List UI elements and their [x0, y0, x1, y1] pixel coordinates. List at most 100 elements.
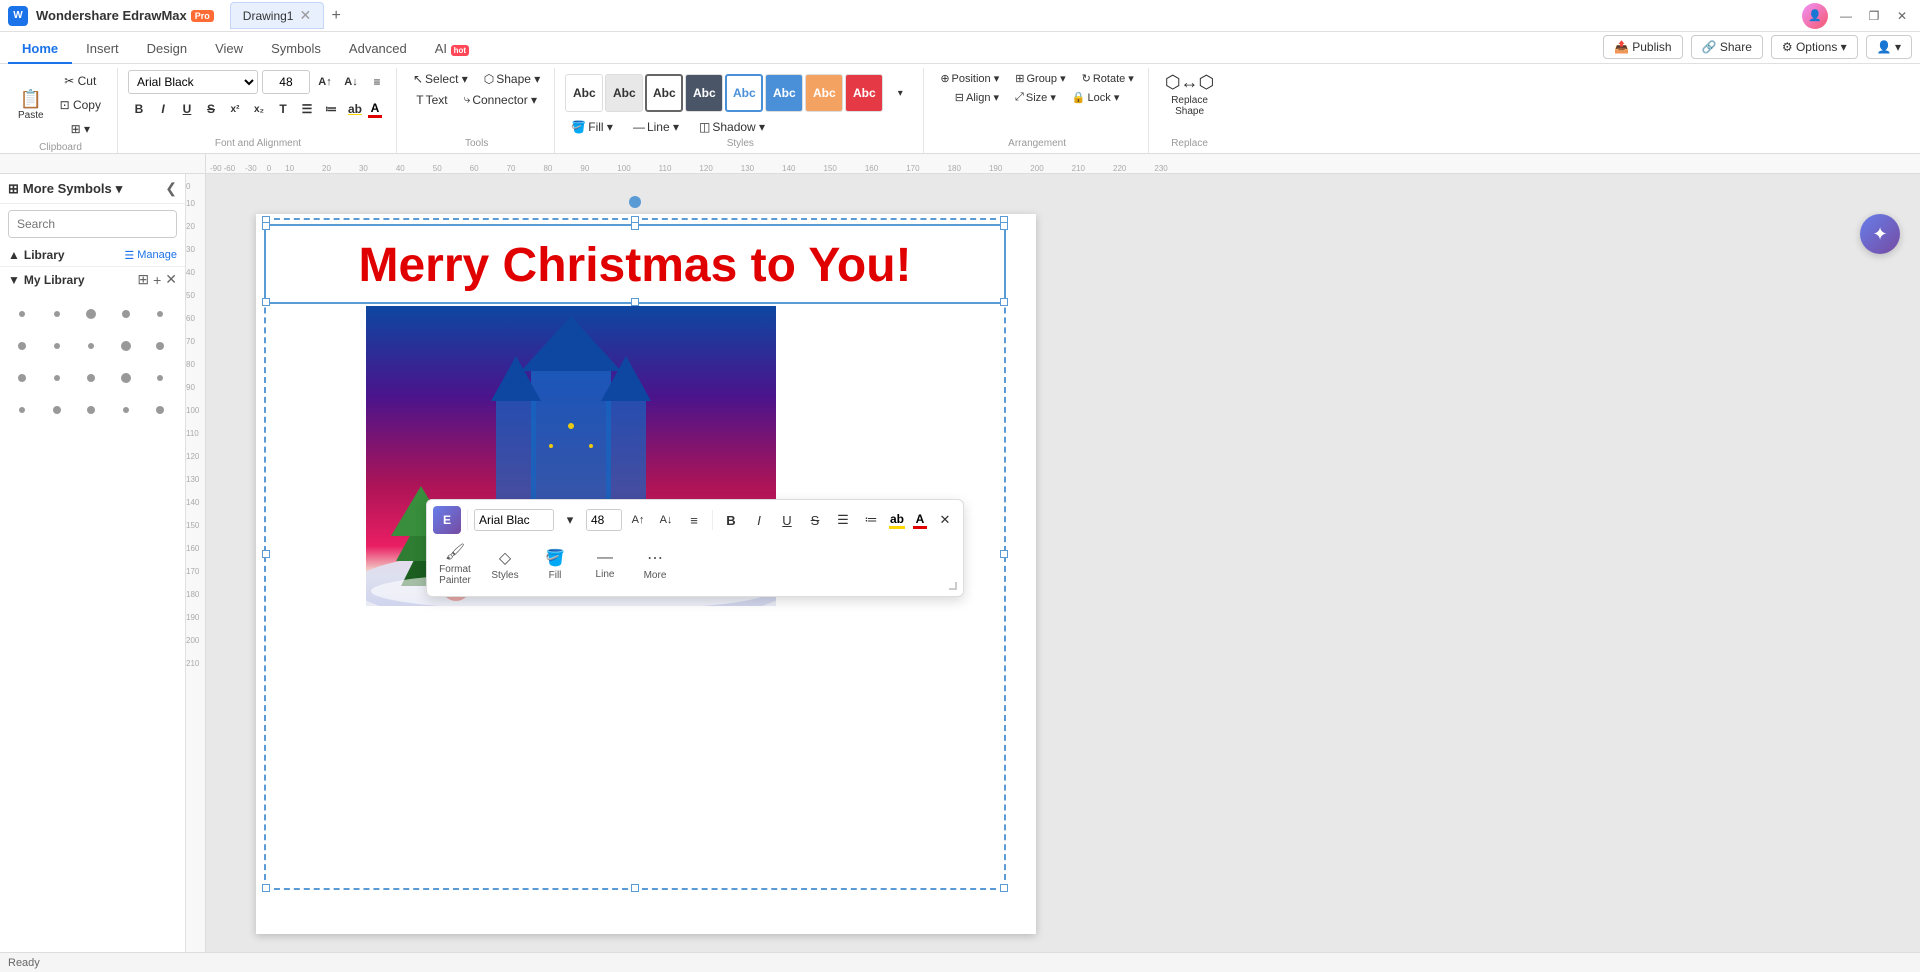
text-button[interactable]: T Text — [410, 90, 453, 109]
shape-item[interactable] — [112, 300, 140, 328]
share-button[interactable]: 🔗 Share — [1691, 35, 1763, 59]
float-font-color-button[interactable]: A — [911, 510, 929, 531]
shape-item[interactable] — [112, 364, 140, 392]
shape-item[interactable] — [77, 300, 105, 328]
shadow-button[interactable]: ◫ Shadow ▾ — [693, 118, 771, 136]
position-button[interactable]: ⊕ Position ▾ — [934, 70, 1005, 87]
size-button[interactable]: ⤢ Size ▾ — [1009, 89, 1062, 106]
replace-shape-button[interactable]: ⬡↔⬡ Replace Shape — [1159, 70, 1220, 119]
decrease-font-button[interactable]: A↓ — [340, 71, 362, 93]
increase-font-button[interactable]: A↑ — [314, 71, 336, 93]
add-tab-button[interactable]: + — [324, 4, 348, 28]
font-family-select[interactable]: Arial Black Arial Times New Roman — [128, 70, 258, 94]
sidebar-collapse-button[interactable]: ❮ — [165, 180, 177, 197]
float-font-chevron[interactable]: ▾ — [558, 508, 582, 532]
shape-button[interactable]: ⬡ Shape ▾ — [478, 70, 547, 88]
text-handle-tm[interactable] — [631, 222, 639, 230]
float-fill-button[interactable]: 🪣 Fill — [533, 544, 577, 585]
text-handle-bm[interactable] — [631, 298, 639, 306]
shape-item[interactable] — [43, 332, 71, 360]
tab-symbols[interactable]: Symbols — [257, 35, 335, 64]
style-2[interactable]: Abc — [605, 74, 643, 112]
style-6[interactable]: Abc — [765, 74, 803, 112]
float-highlight-button[interactable]: ab — [887, 510, 907, 531]
fill-button[interactable]: 🪣 Fill ▾ — [565, 118, 619, 136]
title-text-box[interactable]: Merry Christmas to You! — [264, 224, 1006, 304]
float-increase-font[interactable]: A↑ — [626, 508, 650, 532]
tab-home[interactable]: Home — [8, 35, 72, 64]
style-4[interactable]: Abc — [685, 74, 723, 112]
copy-button[interactable]: ⊡ Copy — [52, 94, 109, 116]
user-avatar[interactable]: 👤 — [1802, 3, 1828, 29]
line-button[interactable]: — Line ▾ — [627, 118, 685, 136]
search-input[interactable] — [9, 211, 177, 237]
shape-item[interactable] — [43, 300, 71, 328]
shape-item[interactable] — [146, 396, 174, 424]
text-style-button[interactable]: T — [272, 98, 294, 120]
shape-item[interactable] — [43, 396, 71, 424]
cut-button[interactable]: ✂ Cut — [52, 70, 109, 92]
shape-item[interactable] — [8, 364, 36, 392]
float-strikethrough-button[interactable]: S — [803, 508, 827, 532]
font-color-btn[interactable]: A — [368, 101, 382, 118]
shape-item[interactable] — [43, 364, 71, 392]
float-format-painter-button[interactable]: 🖌 Format Painter — [433, 538, 477, 590]
number-list-button[interactable]: ≔ — [320, 98, 342, 120]
text-handle-bl[interactable] — [262, 298, 270, 306]
restore-button[interactable]: ❐ — [1864, 6, 1884, 26]
select-button[interactable]: ↖ Select ▾ — [407, 70, 474, 88]
float-decrease-font[interactable]: A↓ — [654, 508, 678, 532]
shape-item[interactable] — [77, 364, 105, 392]
underline-button[interactable]: U — [176, 98, 198, 120]
bold-button[interactable]: B — [128, 98, 150, 120]
shape-item[interactable] — [112, 396, 140, 424]
tab-close-button[interactable]: ✕ — [299, 7, 311, 24]
float-font-input[interactable] — [474, 509, 554, 531]
canvas-area[interactable]: Merry Christmas to You! — [206, 174, 1920, 952]
float-more-button[interactable]: ⋯ More — [633, 544, 677, 585]
float-align-button[interactable]: ≡ — [682, 508, 706, 532]
highlight-button[interactable]: ab — [344, 98, 366, 120]
shape-item[interactable] — [77, 332, 105, 360]
manage-button[interactable]: ☰ Manage — [124, 249, 177, 262]
shape-item[interactable] — [146, 364, 174, 392]
float-bullet-button[interactable]: ☰ — [831, 508, 855, 532]
tab-insert[interactable]: Insert — [72, 35, 133, 64]
shape-item[interactable] — [8, 332, 36, 360]
superscript-button[interactable]: x² — [224, 98, 246, 120]
text-handle-br[interactable] — [1000, 298, 1008, 306]
float-line-button[interactable]: — Line — [583, 545, 627, 584]
my-library-title[interactable]: ▼ My Library — [8, 273, 85, 287]
styles-more-button[interactable]: ▾ — [885, 86, 915, 101]
paste-button[interactable]: 📋Paste — [12, 88, 50, 123]
document-tab[interactable]: Drawing1 ✕ — [230, 2, 324, 29]
shape-item[interactable] — [77, 396, 105, 424]
bullet-list-button[interactable]: ☰ — [296, 98, 318, 120]
style-1[interactable]: Abc — [565, 74, 603, 112]
format-paste-button[interactable]: ⊞ ▾ — [52, 118, 109, 140]
float-size-input[interactable] — [586, 509, 622, 531]
style-7[interactable]: Abc — [805, 74, 843, 112]
font-size-input[interactable] — [262, 70, 310, 94]
text-handle-tl[interactable] — [262, 222, 270, 230]
account-button[interactable]: 👤 ▾ — [1866, 35, 1912, 59]
lock-button[interactable]: 🔒 Lock ▾ — [1066, 89, 1126, 106]
tab-design[interactable]: Design — [133, 35, 201, 64]
style-8[interactable]: Abc — [845, 74, 883, 112]
minimize-button[interactable]: — — [1836, 6, 1856, 26]
shape-item[interactable] — [8, 396, 36, 424]
style-3[interactable]: Abc — [645, 74, 683, 112]
italic-button[interactable]: I — [152, 98, 174, 120]
tab-ai[interactable]: AI hot — [421, 35, 483, 64]
my-library-add-button[interactable]: + — [153, 271, 161, 288]
rotate-button[interactable]: ↻ Rotate ▾ — [1076, 70, 1140, 87]
handle-ml[interactable] — [262, 550, 270, 558]
align-button[interactable]: ⊟ Align ▾ — [949, 89, 1005, 106]
my-library-grid-button[interactable]: ⊞ — [137, 271, 149, 288]
handle-mr[interactable] — [1000, 550, 1008, 558]
float-number-button[interactable]: ≔ — [859, 508, 883, 532]
shape-item[interactable] — [8, 300, 36, 328]
float-italic-button[interactable]: I — [747, 508, 771, 532]
float-close-button[interactable]: ✕ — [933, 508, 957, 532]
close-button[interactable]: ✕ — [1892, 6, 1912, 26]
